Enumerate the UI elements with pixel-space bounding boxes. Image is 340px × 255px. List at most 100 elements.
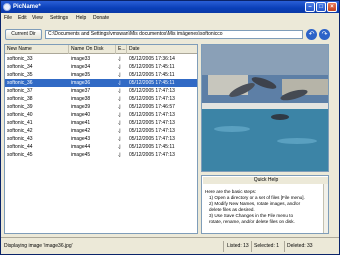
cell-disk-name: image38	[71, 96, 91, 102]
cell-disk-name: image41	[71, 120, 91, 126]
list-row[interactable]: softonic_39 image39 .j 05/12/2005 17:46:57	[5, 103, 197, 111]
list-row[interactable]: softonic_43 image43 .j 05/12/2005 17:47:13	[5, 135, 197, 143]
cell-date: 05/12/2005 17:47:13	[129, 152, 175, 158]
menu-edit[interactable]: Edit	[18, 15, 27, 21]
list-row[interactable]: softonic_40 image40 .j 05/12/2005 17:47:13	[5, 111, 197, 119]
status-separator	[251, 241, 252, 252]
cell-new-name: softonic_43	[7, 136, 33, 142]
cell-ext: .j	[118, 136, 121, 142]
cell-date: 05/12/2005 17:45:11	[129, 80, 175, 86]
cell-new-name: softonic_39	[7, 104, 33, 110]
list-row[interactable]: softonic_45 image45 .j 05/12/2005 17:47:13	[5, 151, 197, 159]
menu-donate[interactable]: Donate	[93, 15, 109, 21]
cell-ext: .j	[118, 112, 121, 118]
cell-disk-name: image39	[71, 104, 91, 110]
cell-ext: .j	[118, 72, 121, 78]
cell-disk-name: image33	[71, 56, 91, 62]
cell-date: 05/12/2005 17:47:13	[129, 136, 175, 142]
cell-ext: .j	[118, 64, 121, 70]
cell-date: 05/12/2005 17:46:57	[129, 104, 175, 110]
help-line: 3) Use Save Changes in the File menu to	[209, 213, 294, 218]
status-selected: Selected: 1	[254, 243, 280, 249]
cell-ext: .j	[118, 104, 121, 110]
help-line: rotate, rename, and/or delete files on d…	[209, 219, 295, 224]
cell-new-name: softonic_36	[7, 80, 33, 86]
column-date[interactable]: Date	[127, 45, 197, 54]
path-field[interactable]: C:\Documents and Settings\vmswan\Mis doc…	[45, 30, 303, 39]
cell-new-name: softonic_40	[7, 112, 33, 118]
cell-ext: .j	[118, 144, 121, 150]
column-name-on-disk[interactable]: Name On Disk	[69, 45, 116, 54]
cell-date: 05/12/2005 17:36:14	[129, 56, 175, 62]
dolphin-photo	[202, 45, 328, 171]
list-row[interactable]: softonic_37 image37 .j 05/12/2005 17:47:13	[5, 87, 197, 95]
menu-view[interactable]: View	[32, 15, 43, 21]
quick-help-title: Quick Help	[203, 177, 328, 184]
window-title: PicName*	[13, 4, 41, 10]
cell-disk-name: image45	[71, 152, 91, 158]
list-row[interactable]: softonic_41 image41 .j 05/12/2005 17:47:13	[5, 119, 197, 127]
maximize-button[interactable]: □	[316, 2, 326, 12]
column-new-name[interactable]: New Name	[5, 45, 69, 54]
cell-disk-name: image35	[71, 72, 91, 78]
list-row[interactable]: softonic_34 image34 .j 05/12/2005 17:45:11	[5, 63, 197, 71]
status-message: Displaying image 'image36.jpg'	[4, 243, 73, 249]
help-line: 1) Open a directory or a set of files [F…	[209, 195, 305, 200]
quick-help-panel: Quick Help Here are the basic steps: 1) …	[201, 175, 329, 234]
help-line: delete files as desired.	[209, 207, 255, 212]
list-row[interactable]: softonic_36 image36 .j 05/12/2005 17:45:11	[5, 79, 197, 87]
cell-date: 05/12/2005 17:47:13	[129, 112, 175, 118]
list-row[interactable]: softonic_33 image33 .j 05/12/2005 17:36:14	[5, 55, 197, 63]
cell-new-name: softonic_34	[7, 64, 33, 70]
help-scrollbar[interactable]	[323, 184, 328, 233]
app-icon	[3, 3, 11, 11]
cell-new-name: softonic_33	[7, 56, 33, 62]
status-listed: Listed: 13	[227, 243, 249, 249]
back-arrow-icon[interactable]: ↶	[306, 29, 317, 40]
close-button[interactable]: ×	[327, 2, 337, 12]
cell-date: 05/12/2005 17:45:11	[129, 144, 175, 150]
list-row[interactable]: softonic_35 image35 .j 05/12/2005 17:45:11	[5, 71, 197, 79]
cell-new-name: softonic_41	[7, 120, 33, 126]
cell-date: 05/12/2005 17:47:13	[129, 88, 175, 94]
list-header: New Name Name On Disk E... Date	[5, 45, 197, 54]
cell-ext: .j	[118, 80, 121, 86]
menu-file[interactable]: File	[4, 15, 12, 21]
list-row[interactable]: softonic_44 image44 .j 05/12/2005 17:45:11	[5, 143, 197, 151]
app-window: PicName* – □ × File Edit View Settings H…	[0, 0, 340, 255]
cell-ext: .j	[118, 120, 121, 126]
cell-disk-name: image37	[71, 88, 91, 94]
cell-new-name: softonic_42	[7, 128, 33, 134]
cell-ext: .j	[118, 96, 121, 102]
cell-disk-name: image40	[71, 112, 91, 118]
status-bar: Displaying image 'image36.jpg' Listed: 1…	[1, 237, 339, 254]
title-bar[interactable]: PicName* – □ ×	[1, 1, 339, 13]
cell-date: 05/12/2005 17:47:13	[129, 128, 175, 134]
minimize-button[interactable]: –	[305, 2, 315, 12]
cell-new-name: softonic_35	[7, 72, 33, 78]
menu-settings[interactable]: Settings	[50, 15, 68, 21]
menu-bar: File Edit View Settings Help Donate	[1, 13, 339, 23]
file-list[interactable]: New Name Name On Disk E... Date softonic…	[4, 44, 198, 234]
menu-help[interactable]: Help	[76, 15, 86, 21]
cell-disk-name: image43	[71, 136, 91, 142]
status-separator	[223, 241, 224, 252]
cell-disk-name: image42	[71, 128, 91, 134]
cell-new-name: softonic_38	[7, 96, 33, 102]
help-line: 2) Modify New Names, rotate images, and/…	[209, 201, 301, 206]
cell-ext: .j	[118, 88, 121, 94]
list-row[interactable]: softonic_42 image42 .j 05/12/2005 17:47:13	[5, 127, 197, 135]
current-dir-button[interactable]: Current Dir	[5, 29, 42, 40]
image-preview	[201, 44, 329, 172]
forward-arrow-icon[interactable]: ↷	[319, 29, 330, 40]
list-row[interactable]: softonic_38 image38 .j 05/12/2005 17:47:13	[5, 95, 197, 103]
cell-ext: .j	[118, 128, 121, 134]
cell-disk-name: image44	[71, 144, 91, 150]
status-deleted: Deleted: 33	[287, 243, 313, 249]
cell-new-name: softonic_37	[7, 88, 33, 94]
help-line: Here are the basic steps:	[205, 189, 257, 194]
cell-ext: .j	[118, 152, 121, 158]
cell-new-name: softonic_44	[7, 144, 33, 150]
column-extension[interactable]: E...	[116, 45, 127, 54]
cell-date: 05/12/2005 17:47:13	[129, 96, 175, 102]
